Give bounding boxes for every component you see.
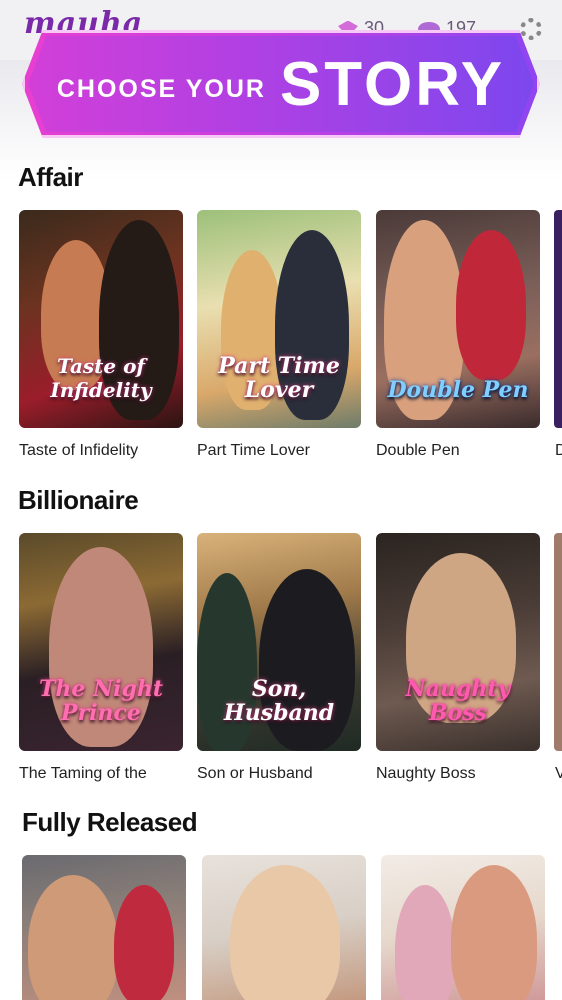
cover-title: The Night Prince [38,676,164,726]
cover-title: Son, Husband [223,676,335,726]
story-caption[interactable]: The Taming of the [19,765,183,783]
story-card-son-or-husband[interactable]: Son, Husband [197,533,361,751]
story-card-partial[interactable] [554,210,562,428]
banner-small-text: CHOOSE YOUR [56,74,266,103]
story-card-naughty-boss[interactable]: Naughty Boss [376,533,540,751]
cover-title: Double Pen [387,377,529,403]
story-caption[interactable]: Naughty Boss [376,765,540,783]
story-caption[interactable]: Taste of Infidelity [19,442,183,460]
banner-big-text: STORY [279,49,506,119]
story-card-taste-of-infidelity[interactable]: Taste of Infidelity [19,210,183,428]
section-title-billionaire: Billionaire [18,485,139,515]
story-card-fully-released-3[interactable] [381,855,545,1000]
story-card-the-taming-of-the[interactable]: The Night Prince [19,533,183,751]
choose-your-story-banner: CHOOSE YOUR STORY [22,30,540,138]
story-card-fully-released-2[interactable] [202,855,366,1000]
cover-figure [114,885,174,1000]
cover-title: Taste of Infidelity [50,354,152,402]
story-caption[interactable]: Double Pen [376,442,540,460]
story-caption[interactable]: D [555,442,562,460]
story-caption[interactable]: V [555,765,562,783]
cover-title: Part Time Lover [218,353,340,403]
story-card-double-pen[interactable]: Double Pen [376,210,540,428]
story-caption[interactable]: Part Time Lover [197,442,361,460]
banner-text: CHOOSE YOUR STORY [22,30,540,138]
story-card-part-time-lover[interactable]: Part Time Lover [197,210,361,428]
cover-title: Naughty Boss [405,676,511,726]
story-caption[interactable]: Son or Husband [197,765,361,783]
section-title-affair: Affair [18,162,83,192]
story-card-partial[interactable] [554,533,562,751]
cover-figure [456,230,526,380]
section-title-fully-released: Fully Released [22,807,198,837]
story-card-fully-released-1[interactable] [22,855,186,1000]
